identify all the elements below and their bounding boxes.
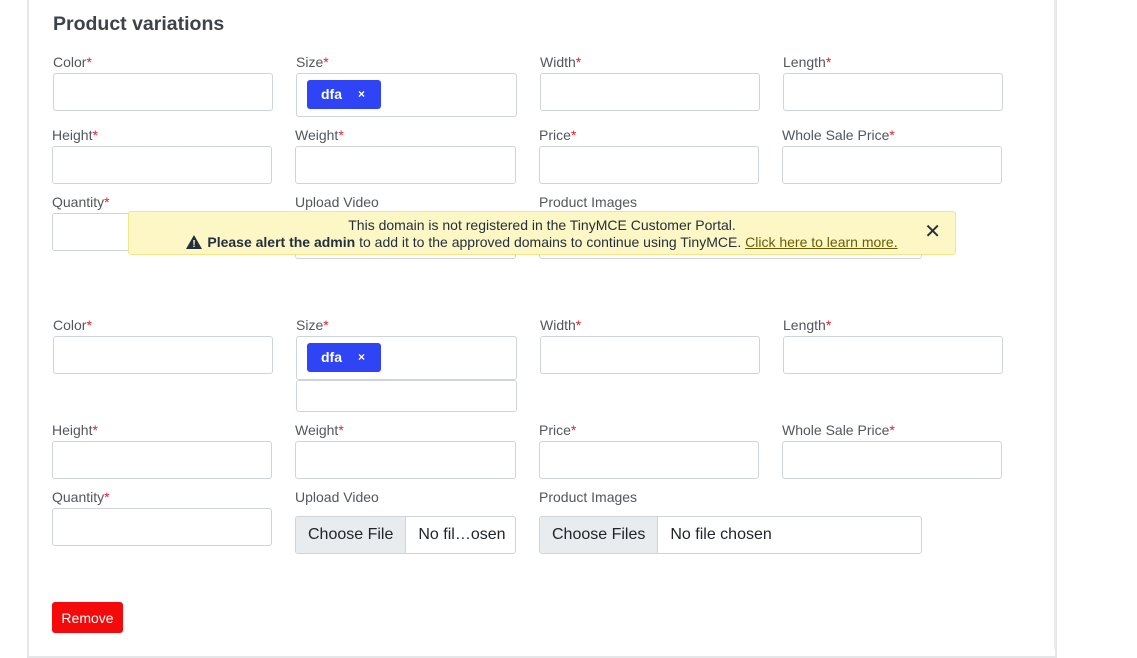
- color-label: Color*: [53, 54, 92, 70]
- height-input[interactable]: [52, 441, 272, 479]
- width-label: Width*: [540, 317, 582, 333]
- files-status: No file chosen: [670, 526, 772, 543]
- tinymce-domain-warning: This domain is not registered in the Tin…: [128, 211, 956, 255]
- width-input[interactable]: [540, 336, 760, 374]
- length-input[interactable]: [783, 73, 1003, 111]
- upload-video-label: Upload Video: [295, 489, 379, 505]
- tag-remove-icon[interactable]: ×: [358, 80, 365, 109]
- close-icon[interactable]: ✕: [924, 222, 941, 242]
- wholesale-price-input[interactable]: [782, 441, 1002, 479]
- quantity-label: Quantity*: [52, 489, 110, 505]
- height-label: Height*: [52, 127, 98, 143]
- quantity-label: Quantity*: [52, 194, 110, 210]
- product-images-label: Product Images: [539, 194, 638, 210]
- width-label: Width*: [540, 54, 582, 70]
- size-search-input[interactable]: [296, 380, 517, 412]
- price-label: Price*: [539, 422, 577, 438]
- color-input[interactable]: [53, 336, 273, 374]
- weight-label: Weight*: [295, 422, 344, 438]
- price-input[interactable]: [539, 146, 759, 184]
- wholesale-price-label: Whole Sale Price*: [782, 422, 895, 438]
- size-tag: dfa ×: [307, 343, 381, 372]
- weight-input[interactable]: [295, 146, 516, 184]
- learn-more-link[interactable]: Click here to learn more.: [745, 234, 898, 250]
- height-input[interactable]: [52, 146, 272, 184]
- wholesale-price-input[interactable]: [782, 146, 1002, 184]
- length-label: Length*: [783, 54, 832, 70]
- length-input[interactable]: [783, 336, 1003, 374]
- size-label: Size*: [296, 54, 329, 70]
- size-select[interactable]: dfa ×: [296, 73, 517, 117]
- remove-button[interactable]: Remove: [52, 602, 123, 633]
- length-label: Length*: [783, 317, 832, 333]
- size-label: Size*: [296, 317, 329, 333]
- height-label: Height*: [52, 422, 98, 438]
- section-title: Product variations: [53, 13, 225, 35]
- weight-input[interactable]: [295, 441, 516, 479]
- upload-video-label: Upload Video: [295, 194, 379, 210]
- price-label: Price*: [539, 127, 577, 143]
- banner-line-1: This domain is not registered in the Tin…: [348, 217, 736, 233]
- upload-video-file[interactable]: Choose File No fil…osen: [295, 516, 516, 554]
- warning-icon: [186, 235, 203, 253]
- product-images-label: Product Images: [539, 489, 638, 505]
- color-input[interactable]: [53, 73, 273, 111]
- banner-line-2: Please alert the admin to add it to the …: [129, 233, 955, 253]
- page-divider: [1054, 0, 1056, 649]
- size-tag: dfa ×: [307, 80, 381, 109]
- wholesale-price-label: Whole Sale Price*: [782, 127, 895, 143]
- choose-files-button[interactable]: Choose Files: [540, 517, 659, 553]
- quantity-input[interactable]: [52, 508, 272, 546]
- width-input[interactable]: [540, 73, 760, 111]
- size-select[interactable]: dfa ×: [296, 336, 517, 380]
- price-input[interactable]: [539, 441, 759, 479]
- file-status: No fil…osen: [418, 526, 506, 543]
- choose-file-button[interactable]: Choose File: [296, 517, 407, 553]
- weight-label: Weight*: [295, 127, 344, 143]
- tag-remove-icon[interactable]: ×: [358, 343, 365, 372]
- color-label: Color*: [53, 317, 92, 333]
- product-images-file[interactable]: Choose Files No file chosen: [539, 516, 922, 554]
